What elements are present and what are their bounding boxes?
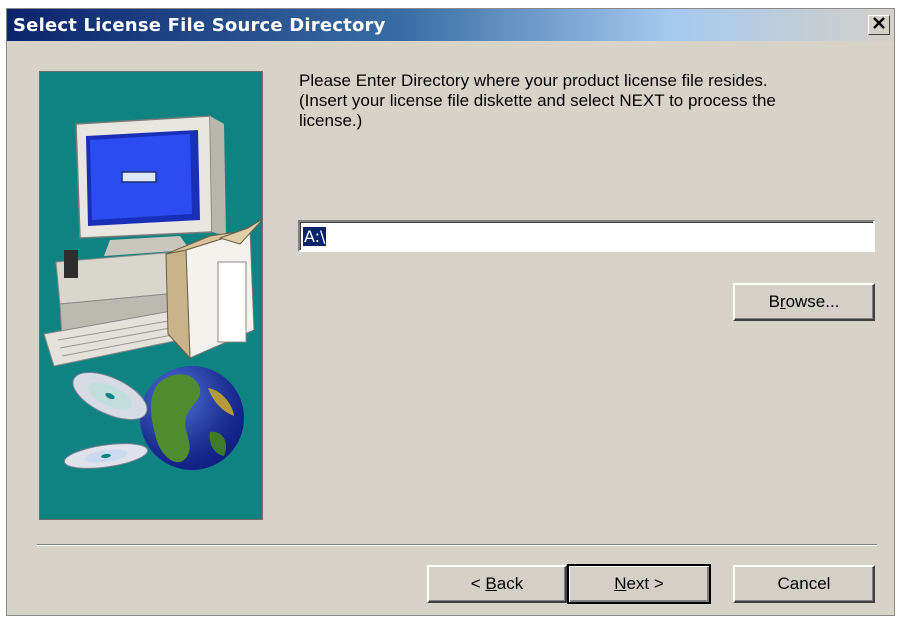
title-bar[interactable]: Select License File Source Directory (7, 9, 894, 41)
dialog-title: Select License File Source Directory (13, 15, 386, 36)
globe-icon (140, 366, 244, 470)
back-button-label: < Back (470, 574, 524, 593)
instruction-line-1: Please Enter Directory where your produc… (299, 71, 768, 90)
cancel-button[interactable]: Cancel (733, 565, 875, 603)
divider (37, 544, 877, 546)
close-icon (872, 15, 886, 35)
browse-button-label: Browse... (768, 292, 840, 311)
back-button[interactable]: < Back (427, 565, 567, 603)
directory-input[interactable]: A:\ (298, 220, 875, 252)
directory-input-value: A:\ (303, 227, 327, 246)
next-button[interactable]: Next > (567, 564, 711, 604)
license-dialog: Select License File Source Directory Ple… (6, 8, 895, 616)
instruction-line-3: license.) (299, 111, 363, 130)
next-button-label: Next > (614, 574, 664, 593)
browse-button[interactable]: Browse... (733, 283, 875, 321)
cd-icon (63, 372, 149, 469)
instruction-text: Please Enter Directory where your produc… (299, 71, 879, 131)
setup-illustration (39, 71, 263, 520)
close-button[interactable] (868, 15, 890, 35)
instruction-line-2: (Insert your license file diskette and s… (299, 91, 776, 110)
cancel-button-label: Cancel (777, 574, 831, 593)
